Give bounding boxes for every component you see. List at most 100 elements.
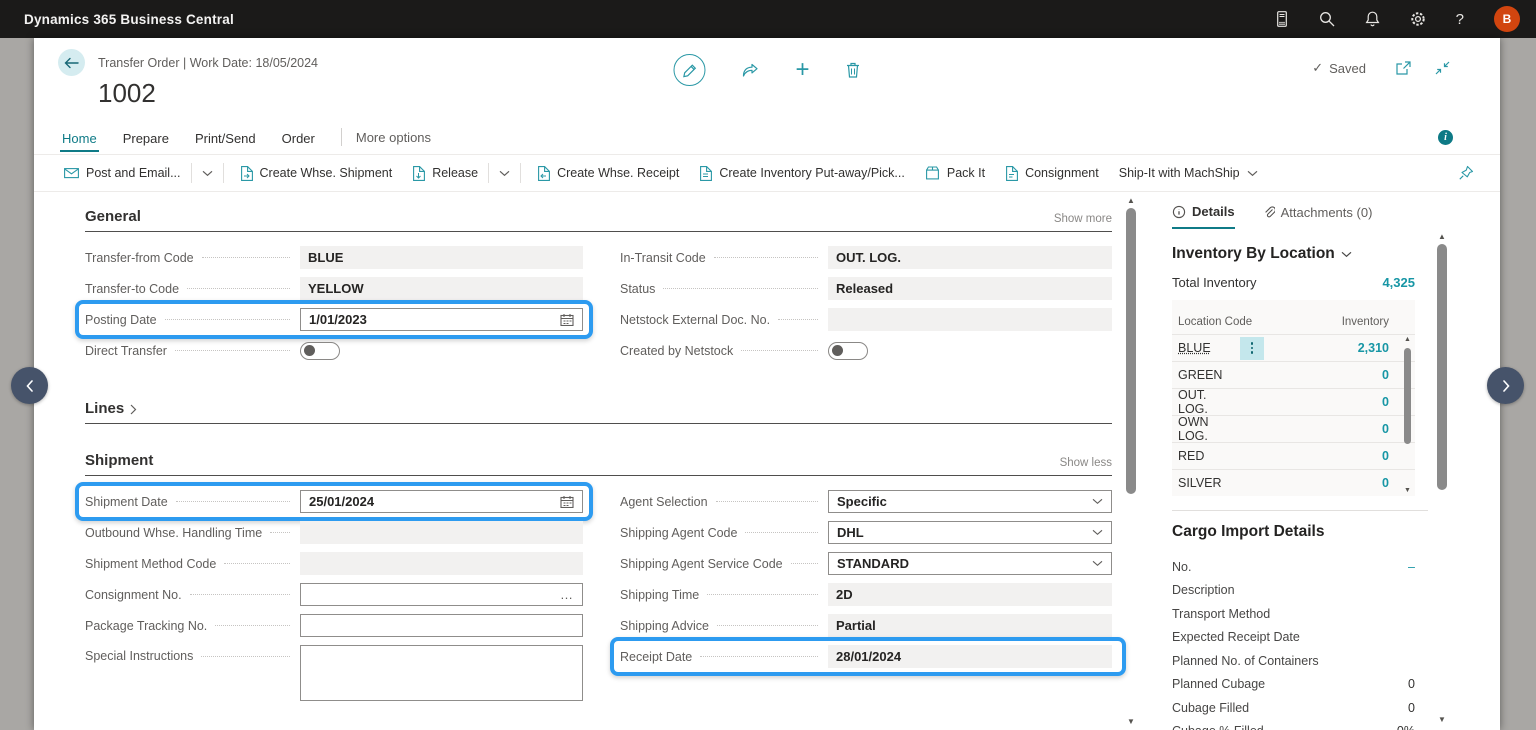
field-in-transit-code: In-Transit Code OUT. LOG. xyxy=(620,246,1112,269)
new-record-button[interactable]: + xyxy=(795,58,809,82)
scroll-up-icon[interactable]: ▲ xyxy=(1402,336,1413,343)
field-consignment-no: Consignment No. … xyxy=(85,583,583,606)
consignment-no-input[interactable]: … xyxy=(300,583,583,606)
transfer-from-code-value: BLUE xyxy=(300,246,583,269)
row-menu-icon[interactable] xyxy=(1240,337,1264,360)
settings-gear-icon[interactable] xyxy=(1410,11,1426,27)
scrollbar-thumb[interactable] xyxy=(1404,348,1411,444)
tab-home[interactable]: Home xyxy=(60,123,99,152)
show-more-link[interactable]: Show more xyxy=(1054,213,1112,225)
post-email-icon xyxy=(64,167,79,179)
show-less-link[interactable]: Show less xyxy=(1060,457,1112,469)
table-scrollbar[interactable]: ▲ ▼ xyxy=(1402,336,1413,494)
back-button[interactable] xyxy=(58,49,85,76)
field-package-tracking-no: Package Tracking No. xyxy=(85,614,583,637)
tab-print-send[interactable]: Print/Send xyxy=(193,123,258,152)
search-icon[interactable] xyxy=(1319,11,1335,27)
edit-button[interactable] xyxy=(673,54,705,86)
scrollbar-thumb[interactable] xyxy=(1126,208,1136,494)
release-icon xyxy=(412,166,425,181)
consignment-button[interactable]: Consignment xyxy=(995,161,1109,185)
inventory-by-location-title[interactable]: Inventory By Location xyxy=(1172,245,1428,263)
scroll-down-icon[interactable]: ▼ xyxy=(1402,487,1413,494)
posting-date-input[interactable]: 1/01/2023 xyxy=(300,308,583,331)
user-avatar[interactable]: B xyxy=(1494,6,1520,32)
calendar-icon[interactable] xyxy=(560,313,574,326)
shipping-agent-code-select[interactable]: DHL xyxy=(828,521,1112,544)
column-inventory[interactable]: Inventory xyxy=(1342,316,1389,328)
create-whse-shipment-button[interactable]: Create Whse. Shipment xyxy=(230,161,403,185)
section-rule xyxy=(85,475,1112,476)
table-row[interactable]: GREEN 0 xyxy=(1172,361,1415,388)
pack-it-icon xyxy=(925,166,940,180)
share-button[interactable] xyxy=(741,63,759,78)
agent-selection-select[interactable]: Specific xyxy=(828,490,1112,513)
calendar-icon[interactable] xyxy=(560,495,574,508)
create-whse-receipt-button[interactable]: Create Whse. Receipt xyxy=(527,161,689,185)
table-row[interactable]: SILVER 0 xyxy=(1172,469,1415,496)
column-location-code[interactable]: Location Code xyxy=(1178,316,1252,328)
tab-attachments[interactable]: Attachments (0) xyxy=(1263,205,1373,228)
pin-toolbar-icon[interactable] xyxy=(1458,165,1474,181)
cargo-field-expected-receipt-date: Expected Receipt Date xyxy=(1172,626,1415,650)
general-section: General Show more Transfer-from Code BLU… xyxy=(85,208,1125,370)
more-options[interactable]: More options xyxy=(356,130,431,145)
assist-edit-icon[interactable]: … xyxy=(560,587,574,602)
table-row[interactable]: OUT. LOG. 0 xyxy=(1172,388,1415,415)
table-row[interactable]: RED 0 xyxy=(1172,442,1415,469)
notifications-bell-icon[interactable] xyxy=(1365,11,1380,27)
scroll-up-icon[interactable]: ▲ xyxy=(1125,196,1137,205)
collapse-view-icon[interactable] xyxy=(1435,61,1450,75)
lines-section-title[interactable]: Lines xyxy=(85,400,137,417)
factbox-scrollbar[interactable]: ▲ ▼ xyxy=(1436,192,1448,730)
chevron-down-icon xyxy=(1092,560,1103,567)
cargo-field-no: No. – xyxy=(1172,555,1415,579)
scroll-up-icon[interactable]: ▲ xyxy=(1436,232,1448,241)
scrollbar-thumb[interactable] xyxy=(1437,244,1447,490)
cargo-field-description: Description xyxy=(1172,579,1415,603)
create-inventory-putaway-button[interactable]: Create Inventory Put-away/Pick... xyxy=(689,161,915,185)
ship-it-machship-button[interactable]: Ship-It with MachShip xyxy=(1109,161,1268,185)
info-badge-icon[interactable]: i xyxy=(1438,130,1453,145)
scroll-down-icon[interactable]: ▼ xyxy=(1125,717,1137,726)
next-record-button[interactable] xyxy=(1487,367,1524,404)
fasttab-area: General Show more Transfer-from Code BLU… xyxy=(34,192,1125,730)
general-section-title[interactable]: General xyxy=(85,208,141,225)
open-in-new-window-icon[interactable] xyxy=(1396,61,1411,75)
delete-button[interactable] xyxy=(846,62,861,78)
breadcrumb[interactable]: Transfer Order | Work Date: 18/05/2024 xyxy=(98,56,318,70)
package-tracking-no-input[interactable] xyxy=(300,614,583,637)
post-and-email-button[interactable]: Post and Email... xyxy=(54,161,191,185)
created-by-netstock-toggle[interactable] xyxy=(828,342,868,360)
section-rule xyxy=(85,423,1112,424)
main-scrollbar[interactable]: ▲ ▼ xyxy=(1125,192,1137,730)
scroll-down-icon[interactable]: ▼ xyxy=(1436,715,1448,724)
previous-record-button[interactable] xyxy=(11,367,48,404)
shipping-time-value: 2D xyxy=(828,583,1112,606)
table-row[interactable]: OWN LOG. 0 xyxy=(1172,415,1415,442)
direct-transfer-toggle[interactable] xyxy=(300,342,340,360)
post-and-email-dropdown[interactable] xyxy=(191,163,224,183)
tab-details[interactable]: Details xyxy=(1172,204,1235,229)
field-shipping-time: Shipping Time 2D xyxy=(620,583,1112,606)
shipment-date-input[interactable]: 25/01/2024 xyxy=(300,490,583,513)
shipping-agent-service-code-select[interactable]: STANDARD xyxy=(828,552,1112,575)
release-dropdown[interactable] xyxy=(488,163,521,183)
lines-section: Lines xyxy=(85,400,1125,424)
field-posting-date: Posting Date 1/01/2023 xyxy=(85,308,583,331)
mobile-device-icon[interactable] xyxy=(1275,11,1289,27)
chevron-down-icon xyxy=(1092,498,1103,505)
tab-prepare[interactable]: Prepare xyxy=(121,123,171,152)
ribbon-tabs: Home Prepare Print/Send Order More optio… xyxy=(34,120,1500,155)
pack-it-button[interactable]: Pack It xyxy=(915,161,995,185)
special-instructions-textarea[interactable] xyxy=(300,645,583,701)
shipment-method-code-value xyxy=(300,552,583,575)
shipment-section-title[interactable]: Shipment xyxy=(85,452,153,469)
help-icon[interactable]: ? xyxy=(1456,11,1464,28)
cargo-import-details-title: Cargo Import Details xyxy=(1172,523,1428,541)
tab-order[interactable]: Order xyxy=(280,123,317,152)
release-button[interactable]: Release xyxy=(402,161,488,185)
cargo-field-transport-method: Transport Method xyxy=(1172,602,1415,626)
table-row[interactable]: BLUE 2,310 xyxy=(1172,334,1415,361)
total-inventory-value[interactable]: 4,325 xyxy=(1382,275,1415,290)
